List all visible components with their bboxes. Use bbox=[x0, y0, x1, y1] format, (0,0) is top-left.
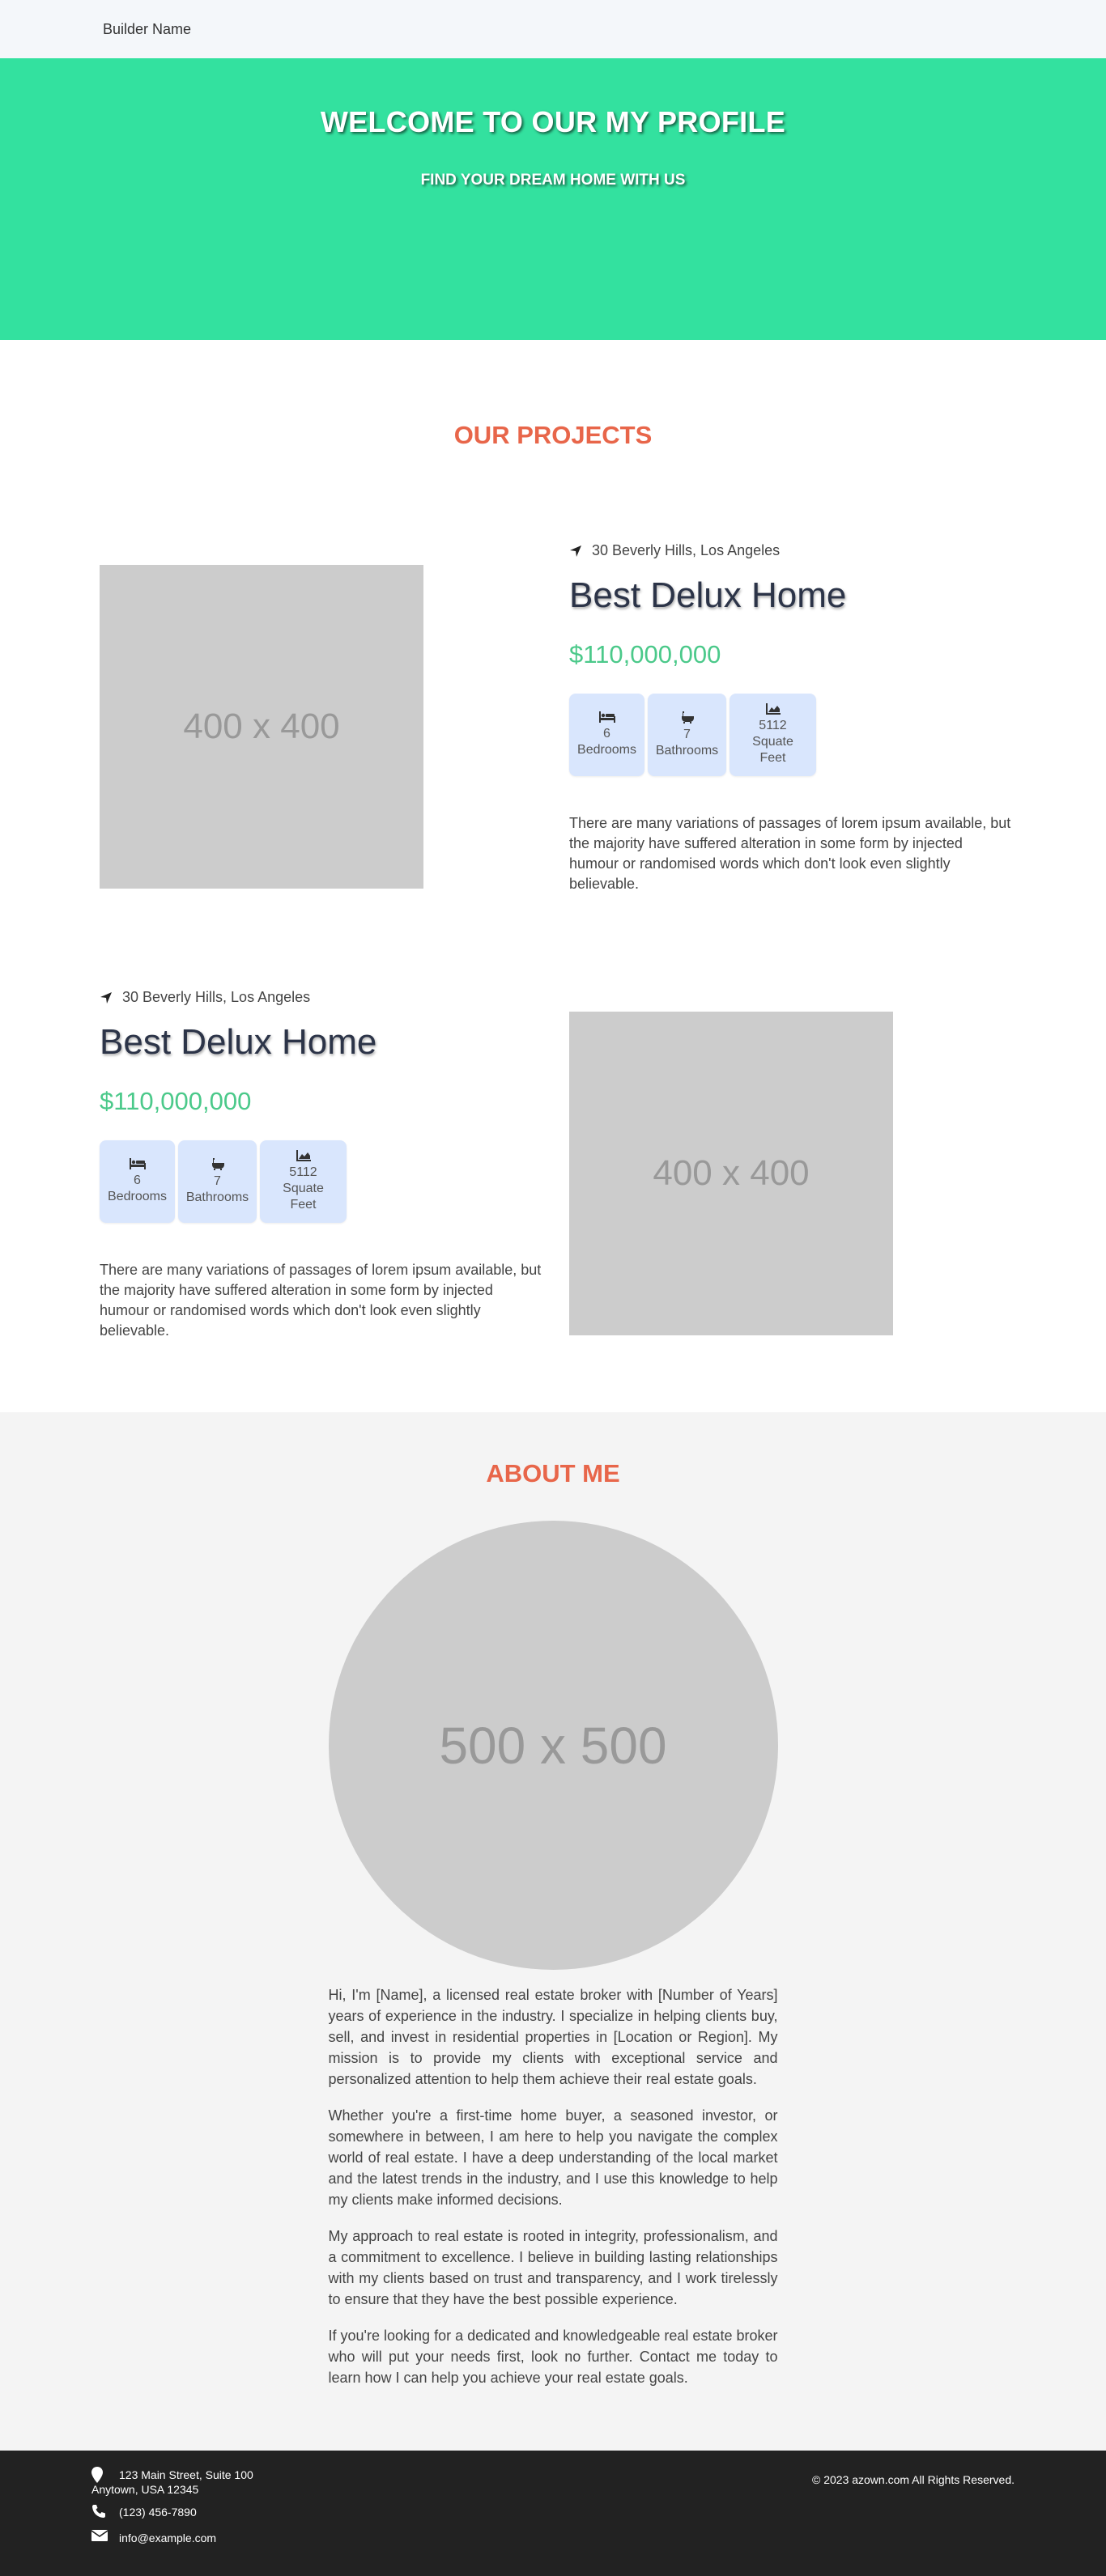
bio-paragraph: Whether you're a first-time home buyer, … bbox=[328, 2107, 778, 2208]
feature-area: 5112 Squate Feet bbox=[730, 694, 816, 776]
project-name: Best Delux Home bbox=[100, 1022, 377, 1062]
feature-label: Bedrooms bbox=[577, 743, 636, 757]
feature-bedrooms: 6 Bedrooms bbox=[569, 694, 644, 776]
project-features: 6 Bedrooms 7 Bathrooms 5112 Squate Feet bbox=[569, 694, 1015, 776]
project-card: 400 x 400 30 Beverly Hills, Los Angeles … bbox=[0, 490, 1106, 936]
feature-bedrooms: 6 Bedrooms bbox=[100, 1140, 175, 1223]
feature-label: Bedrooms bbox=[108, 1190, 167, 1203]
feature-value: 6 bbox=[603, 727, 610, 741]
phone-icon bbox=[92, 2505, 105, 2518]
bio-paragraph: If you're looking for a dedicated and kn… bbox=[328, 2328, 778, 2386]
footer-address: 123 Main Street, Suite 100 Anytown, USA … bbox=[91, 2467, 253, 2496]
location-arrow-icon bbox=[100, 991, 112, 1004]
feature-value: 6 bbox=[134, 1173, 141, 1187]
hero-subtitle: FIND YOUR DREAM HOME WITH US bbox=[420, 172, 686, 189]
location-arrow-icon bbox=[570, 545, 581, 557]
project-info: 30 Beverly Hills, Los Angeles Best Delux… bbox=[100, 989, 545, 1341]
feature-label: Squate Feet bbox=[752, 735, 793, 765]
project-price: $110,000,000 bbox=[100, 1087, 252, 1115]
address-line-2: Anytown, USA 12345 bbox=[91, 2483, 199, 2496]
bath-icon bbox=[681, 711, 694, 724]
about-bio: Hi, I'm [Name], a licensed real estate b… bbox=[329, 1984, 778, 2388]
footer-email: info@example.com bbox=[91, 2530, 253, 2546]
project-price: $110,000,000 bbox=[569, 640, 721, 668]
project-image: 400 x 400 bbox=[100, 565, 423, 889]
footer-phone: (123) 456-7890 bbox=[91, 2504, 253, 2520]
email-text[interactable]: info@example.com bbox=[119, 2530, 216, 2546]
bed-icon bbox=[598, 711, 615, 723]
hero-title: WELCOME TO OUR MY PROFILE bbox=[320, 105, 786, 138]
project-location-text: 30 Beverly Hills, Los Angeles bbox=[122, 989, 311, 1005]
project-description: There are many variations of passages of… bbox=[100, 1262, 542, 1339]
project-features: 6 Bedrooms 7 Bathrooms 5112 Squate Feet bbox=[100, 1140, 545, 1223]
about-section: ABOUT ME 500 x 500 Hi, I'm [Name], a lic… bbox=[0, 1412, 1106, 2451]
bed-icon bbox=[129, 1158, 146, 1169]
feature-bathrooms: 7 Bathrooms bbox=[178, 1140, 257, 1223]
project-image-label: 400 x 400 bbox=[183, 707, 340, 746]
bath-icon bbox=[211, 1158, 224, 1170]
feature-value: 5112 bbox=[289, 1165, 317, 1179]
project-description: There are many variations of passages of… bbox=[569, 815, 1011, 892]
footer: 123 Main Street, Suite 100 Anytown, USA … bbox=[0, 2451, 1106, 2576]
projects-title: OUR PROJECTS bbox=[453, 421, 653, 449]
feature-label: Bathrooms bbox=[655, 744, 719, 758]
hero-banner: WELCOME TO OUR MY PROFILE FIND YOUR DREA… bbox=[0, 58, 1106, 340]
navbar: Builder Name bbox=[0, 0, 1106, 58]
feature-area: 5112 Squate Feet bbox=[260, 1140, 347, 1223]
project-location-text: 30 Beverly Hills, Los Angeles bbox=[592, 542, 781, 558]
copyright: © 2023 azown.com All Rights Reserved. bbox=[812, 2473, 1015, 2486]
about-image-label: 500 x 500 bbox=[439, 1716, 667, 1775]
project-image: 400 x 400 bbox=[569, 1012, 893, 1335]
address-line-1: 123 Main Street, Suite 100 bbox=[119, 2468, 253, 2481]
project-name: Best Delux Home bbox=[569, 575, 847, 615]
footer-contact: 123 Main Street, Suite 100 Anytown, USA … bbox=[91, 2467, 253, 2546]
bio-paragraph: My approach to real estate is rooted in … bbox=[328, 2228, 778, 2307]
feature-bathrooms: 7 Bathrooms bbox=[648, 694, 726, 776]
area-chart-icon bbox=[765, 703, 781, 715]
about-title: ABOUT ME bbox=[486, 1459, 620, 1487]
project-card: 30 Beverly Hills, Los Angeles Best Delux… bbox=[0, 936, 1106, 1381]
feature-label: Bathrooms bbox=[185, 1190, 249, 1204]
area-chart-icon bbox=[296, 1150, 311, 1161]
envelope-icon bbox=[91, 2530, 108, 2541]
feature-value: 5112 bbox=[759, 719, 787, 732]
feature-label: Squate Feet bbox=[283, 1182, 324, 1212]
brand-link[interactable]: Builder Name bbox=[103, 21, 191, 38]
project-location: 30 Beverly Hills, Los Angeles bbox=[569, 542, 1015, 559]
feature-value: 7 bbox=[214, 1174, 221, 1188]
bio-paragraph: Hi, I'm [Name], a licensed real estate b… bbox=[328, 1987, 778, 2087]
feature-value: 7 bbox=[683, 728, 691, 741]
map-marker-icon bbox=[91, 2467, 103, 2483]
project-image-label: 400 x 400 bbox=[653, 1153, 810, 1193]
project-info: 30 Beverly Hills, Los Angeles Best Delux… bbox=[569, 542, 1015, 894]
projects-section: OUR PROJECTS 400 x 400 30 Beverly Hills,… bbox=[0, 340, 1106, 1412]
project-location: 30 Beverly Hills, Los Angeles bbox=[100, 989, 545, 1006]
about-image: 500 x 500 bbox=[328, 1521, 778, 1970]
phone-text[interactable]: (123) 456-7890 bbox=[119, 2504, 197, 2520]
